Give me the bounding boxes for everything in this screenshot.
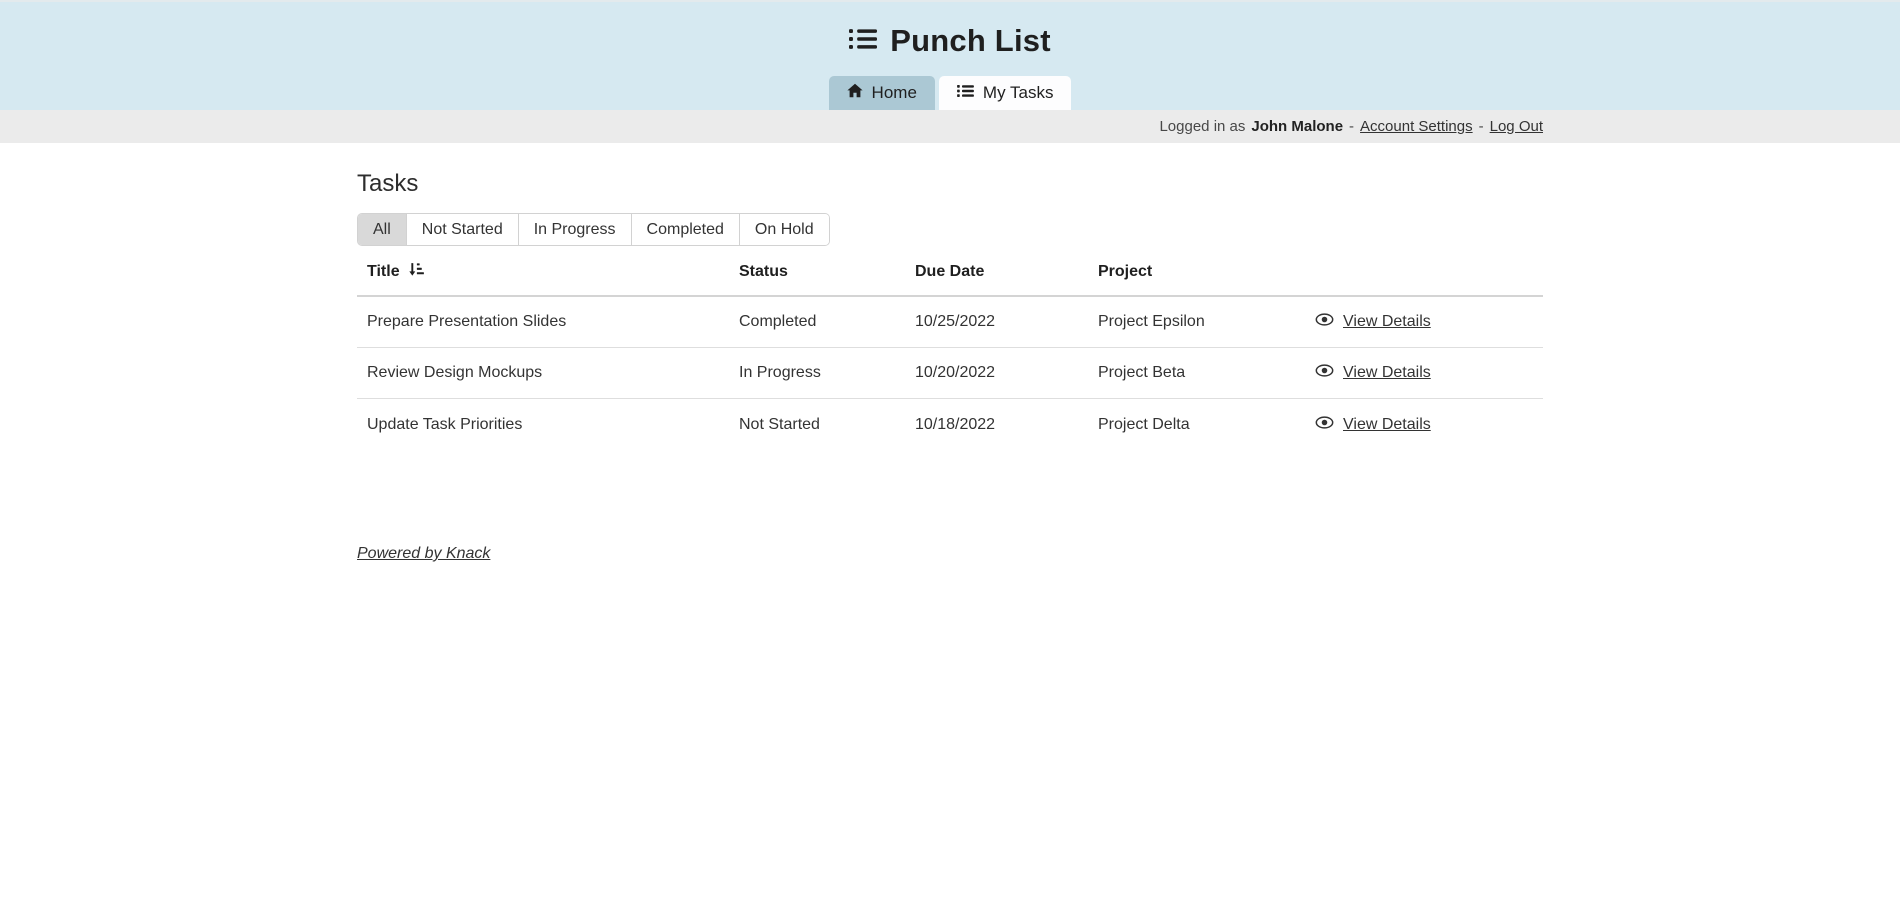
cell-status: Completed (739, 313, 915, 331)
cell-status: In Progress (739, 364, 915, 382)
table-row: Update Task Priorities Not Started 10/18… (357, 399, 1543, 450)
list-icon (849, 27, 877, 56)
eye-icon (1315, 364, 1334, 382)
user-name: John Malone (1251, 118, 1343, 135)
filter-on-hold-button[interactable]: On Hold (740, 214, 829, 245)
cell-due-date: 10/20/2022 (915, 364, 1098, 382)
table-row: Prepare Presentation Slides Completed 10… (357, 297, 1543, 348)
tab-my-tasks-label: My Tasks (983, 83, 1054, 103)
app-title: Punch List (890, 23, 1050, 59)
eye-icon (1315, 313, 1334, 331)
tab-home[interactable]: Home (829, 76, 935, 110)
app-title-row: Punch List (0, 2, 1900, 59)
account-settings-link[interactable]: Account Settings (1360, 118, 1473, 135)
view-details-link[interactable]: View Details (1343, 364, 1431, 382)
filter-all-button[interactable]: All (358, 214, 407, 245)
user-bar: Logged in as John Malone - Account Setti… (0, 110, 1900, 143)
filter-in-progress-button[interactable]: In Progress (519, 214, 632, 245)
status-filter-group: All Not Started In Progress Completed On… (357, 213, 830, 246)
filter-completed-button[interactable]: Completed (632, 214, 740, 245)
column-header-due-date[interactable]: Due Date (915, 263, 1098, 281)
cell-status: Not Started (739, 416, 915, 434)
tab-home-label: Home (872, 83, 917, 103)
table-header-row: Title Status Due Date Project (357, 248, 1543, 297)
cell-title: Review Design Mockups (367, 364, 739, 382)
cell-due-date: 10/18/2022 (915, 416, 1098, 434)
view-details-link[interactable]: View Details (1343, 313, 1431, 331)
column-header-title[interactable]: Title (367, 261, 739, 283)
cell-title: Prepare Presentation Slides (367, 313, 739, 331)
tasks-table: Title Status Due Date Project Prepare Pr… (357, 248, 1543, 450)
main-nav: Home My Tasks (0, 76, 1900, 110)
sort-descending-icon (407, 261, 424, 283)
footer: Powered by Knack (357, 545, 1543, 563)
table-row: Review Design Mockups In Progress 10/20/… (357, 348, 1543, 399)
logged-in-text: Logged in as (1159, 118, 1245, 135)
cell-title: Update Task Priorities (367, 416, 739, 434)
cell-project: Project Epsilon (1098, 313, 1315, 331)
log-out-link[interactable]: Log Out (1490, 118, 1543, 135)
cell-project: Project Delta (1098, 416, 1315, 434)
eye-icon (1315, 416, 1334, 434)
view-details-link[interactable]: View Details (1343, 416, 1431, 434)
cell-project: Project Beta (1098, 364, 1315, 382)
separator: - (1349, 118, 1354, 135)
separator: - (1479, 118, 1484, 135)
main-content: Tasks All Not Started In Progress Comple… (357, 170, 1543, 563)
cell-due-date: 10/25/2022 (915, 313, 1098, 331)
powered-by-knack-link[interactable]: Powered by Knack (357, 545, 490, 562)
list-icon (957, 83, 974, 103)
home-icon (847, 83, 863, 103)
filter-not-started-button[interactable]: Not Started (407, 214, 519, 245)
tab-my-tasks[interactable]: My Tasks (939, 76, 1072, 110)
column-header-project[interactable]: Project (1098, 263, 1315, 281)
column-header-status[interactable]: Status (739, 263, 915, 281)
page-title: Tasks (357, 170, 1543, 198)
app-header: Punch List Home My Tasks (0, 0, 1900, 110)
